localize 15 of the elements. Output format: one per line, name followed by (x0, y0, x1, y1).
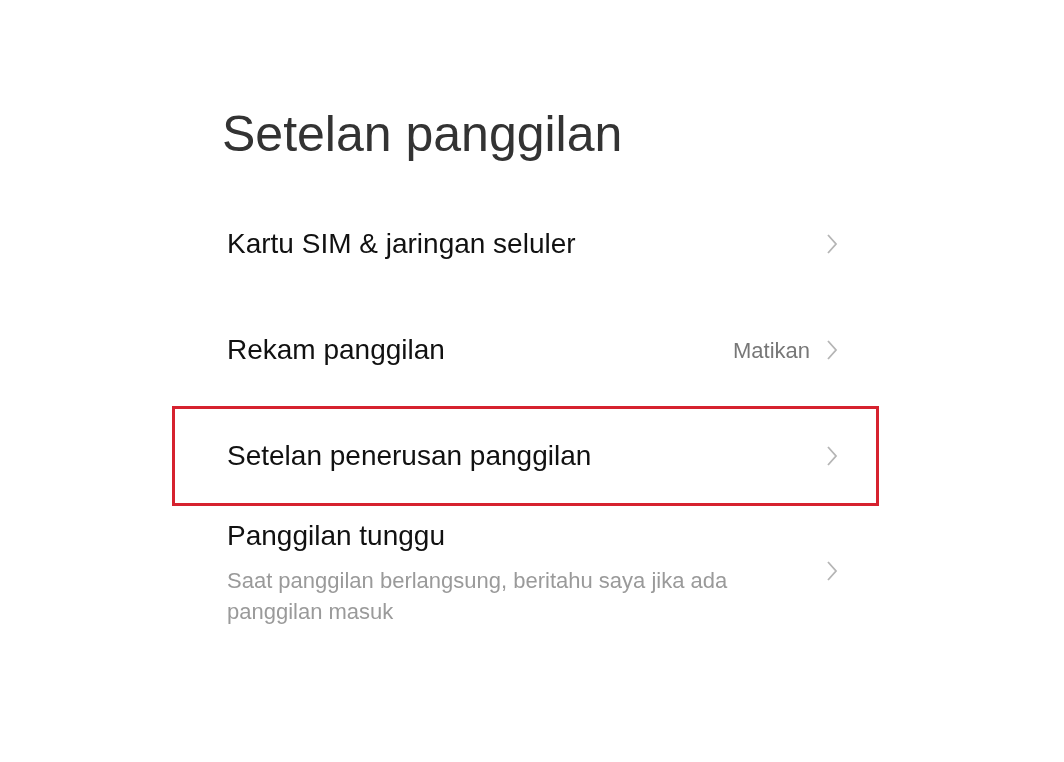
chevron-right-icon (826, 560, 838, 582)
page-title: Setelan panggilan (222, 105, 623, 164)
settings-row[interactable]: Kartu SIM & jaringan seluler (172, 194, 879, 294)
chevron-right-icon (826, 233, 838, 255)
row-label: Rekam panggilan (227, 333, 445, 367)
settings-row[interactable]: Rekam panggilan Matikan (172, 300, 879, 400)
chevron-right-icon (826, 339, 838, 361)
row-label: Kartu SIM & jaringan seluler (227, 227, 576, 261)
settings-row[interactable]: Setelan penerusan panggilan (172, 406, 879, 506)
row-description: Saat panggilan berlangsung, beritahu saya jika ada panggilan masuk (227, 567, 729, 626)
row-value: Matikan (732, 336, 810, 365)
row-label: Panggilan tunggu (227, 519, 445, 553)
row-label: Setelan penerusan panggilan (227, 439, 592, 473)
chevron-right-icon (826, 445, 838, 467)
settings-row[interactable]: Panggilan tunggu Saat panggilan berlangsung, beritahu saya jika ada panggilan masuk (172, 512, 879, 630)
